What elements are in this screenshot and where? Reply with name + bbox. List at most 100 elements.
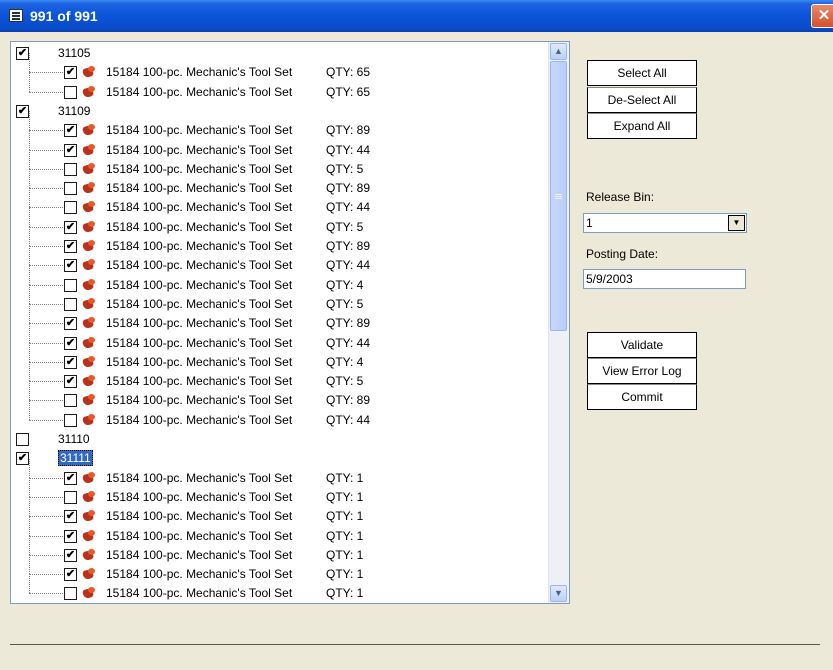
item-checkbox[interactable]	[64, 413, 77, 427]
item-checkbox[interactable]	[64, 278, 77, 292]
group-label[interactable]: 31110	[58, 432, 90, 446]
item-checkbox[interactable]	[64, 490, 77, 504]
item-checkbox[interactable]	[64, 259, 77, 273]
item-checkbox[interactable]	[64, 317, 77, 331]
tree-item-row[interactable]: 15184 100-pc. Mechanic's Tool Set QTY: 1	[11, 497, 549, 526]
item-checkbox[interactable]	[64, 355, 77, 369]
item-label[interactable]: 15184 100-pc. Mechanic's Tool Set	[106, 471, 292, 485]
posting-date-field[interactable]: 5/9/2003	[583, 269, 746, 289]
tree-item-row[interactable]: 15184 100-pc. Mechanic's Tool Set QTY: 1	[11, 458, 549, 488]
item-label[interactable]: 15184 100-pc. Mechanic's Tool Set	[106, 567, 292, 581]
tree-group-row[interactable]: 31110	[11, 430, 549, 449]
item-label[interactable]: 15184 100-pc. Mechanic's Tool Set	[106, 220, 292, 234]
item-label[interactable]: 15184 100-pc. Mechanic's Tool Set	[106, 316, 292, 330]
tree-item-row[interactable]: 15184 100-pc. Mechanic's Tool Set QTY: 4	[11, 265, 549, 295]
tree-item-row[interactable]: 15184 100-pc. Mechanic's Tool Set QTY: 5	[11, 207, 549, 237]
item-label[interactable]: 15184 100-pc. Mechanic's Tool Set	[106, 490, 292, 504]
group-label[interactable]: 31109	[58, 104, 90, 118]
vertical-scrollbar[interactable]: ▲ ▼	[548, 42, 569, 603]
view-error-log-button[interactable]: View Error Log	[587, 358, 697, 384]
item-checkbox[interactable]	[64, 375, 77, 389]
item-checkbox[interactable]	[64, 297, 77, 311]
tree-view[interactable]: 31105 15184 100-pc. Mechanic's Tool Set QT…	[10, 41, 570, 604]
item-checkbox[interactable]	[64, 220, 77, 234]
title-bar[interactable]: 991 of 991 ✕	[0, 0, 833, 32]
group-label[interactable]: 31111	[58, 450, 93, 467]
tree-group-row[interactable]: 31105	[11, 44, 549, 63]
item-checkbox[interactable]	[64, 201, 77, 215]
tree-item-row[interactable]: 15184 100-pc. Mechanic's Tool Set QTY: 89	[11, 304, 549, 333]
item-label[interactable]: 15184 100-pc. Mechanic's Tool Set	[106, 85, 292, 99]
tree-item-row[interactable]: 15184 100-pc. Mechanic's Tool SetQTY: 65	[11, 72, 549, 102]
item-label[interactable]: 15184 100-pc. Mechanic's Tool Set	[106, 529, 292, 543]
deselect-all-button[interactable]: De-Select All	[587, 87, 697, 113]
tree-item-row[interactable]: 15184 100-pc. Mechanic's Tool Set QTY: 1	[11, 555, 549, 584]
tree-group-row[interactable]: 31111	[11, 449, 549, 468]
item-checkbox[interactable]	[64, 182, 77, 196]
item-checkbox[interactable]	[64, 85, 77, 99]
commit-button[interactable]: Commit	[587, 384, 697, 410]
validate-button[interactable]: Validate	[587, 332, 697, 358]
group-checkbox[interactable]	[16, 104, 29, 118]
item-label[interactable]: 15184 100-pc. Mechanic's Tool Set	[106, 143, 292, 157]
group-checkbox[interactable]	[16, 452, 29, 466]
item-label[interactable]: 15184 100-pc. Mechanic's Tool Set	[106, 239, 292, 253]
item-label[interactable]: 15184 100-pc. Mechanic's Tool Set	[106, 258, 292, 272]
item-checkbox[interactable]	[64, 510, 77, 524]
tree-item-row[interactable]: 15184 100-pc. Mechanic's Tool Set QTY: 44	[11, 323, 549, 353]
item-label[interactable]: 15184 100-pc. Mechanic's Tool Set	[106, 374, 292, 388]
tree-item-row[interactable]: 15184 100-pc. Mechanic's Tool Set QTY: 89	[11, 169, 549, 198]
tree-item-row[interactable]: 15184 100-pc. Mechanic's Tool Set QTY: 89	[11, 227, 549, 256]
expand-all-button[interactable]: Expand All	[587, 113, 697, 139]
release-bin-select[interactable]: 1 ▼	[583, 213, 747, 233]
item-checkbox[interactable]	[64, 587, 77, 601]
item-checkbox[interactable]	[64, 143, 77, 157]
tree-item-row[interactable]: 15184 100-pc. Mechanic's Tool Set QTY: 1	[11, 477, 549, 507]
item-label[interactable]: 15184 100-pc. Mechanic's Tool Set	[106, 393, 292, 407]
group-checkbox[interactable]	[16, 433, 29, 446]
tree-item-row[interactable]: 15184 100-pc. Mechanic's Tool Set QTY: 89	[11, 381, 549, 410]
tree-item-row[interactable]: 15184 100-pc. Mechanic's Tool Set QTY: 5	[11, 149, 549, 179]
item-label[interactable]: 15184 100-pc. Mechanic's Tool Set	[106, 548, 292, 562]
tree-item-row[interactable]: 15184 100-pc. Mechanic's Tool SetQTY: 65	[11, 53, 549, 82]
tree-item-row[interactable]: 15184 100-pc. Mechanic's Tool Set QTY: 44	[11, 130, 549, 160]
tree-item-row[interactable]: 15184 100-pc. Mechanic's Tool Set QTY: 5	[11, 362, 549, 391]
tree-item-row[interactable]: 15184 100-pc. Mechanic's Tool Set QTY: 1	[11, 535, 549, 565]
item-checkbox[interactable]	[64, 162, 77, 176]
item-label[interactable]: 15184 100-pc. Mechanic's Tool Set	[106, 65, 292, 79]
tree-item-row[interactable]: 15184 100-pc. Mechanic's Tool Set QTY: 44	[11, 188, 549, 217]
item-label[interactable]: 15184 100-pc. Mechanic's Tool Set	[106, 278, 292, 292]
item-label[interactable]: 15184 100-pc. Mechanic's Tool Set	[106, 200, 292, 214]
tree-item-row[interactable]: 15184 100-pc. Mechanic's Tool Set QTY: 44	[11, 400, 549, 430]
item-label[interactable]: 15184 100-pc. Mechanic's Tool Set	[106, 162, 292, 176]
scroll-up-button[interactable]: ▲	[550, 43, 567, 60]
tree-item-row[interactable]: 15184 100-pc. Mechanic's Tool Set QTY: 1	[11, 516, 549, 546]
item-label[interactable]: 15184 100-pc. Mechanic's Tool Set	[106, 297, 292, 311]
group-checkbox[interactable]	[16, 47, 29, 60]
item-checkbox[interactable]	[64, 548, 77, 562]
window-menu-icon[interactable]	[9, 9, 23, 22]
item-label[interactable]: 15184 100-pc. Mechanic's Tool Set	[106, 413, 292, 427]
tree-item-row[interactable]: 15184 100-pc. Mechanic's Tool Set QTY: 1	[11, 574, 549, 603]
close-button[interactable]: ✕	[811, 4, 833, 28]
item-label[interactable]: 15184 100-pc. Mechanic's Tool Set	[106, 509, 292, 523]
group-label[interactable]: 31105	[58, 46, 90, 60]
item-checkbox[interactable]	[64, 568, 77, 582]
tree-item-row[interactable]: 15184 100-pc. Mechanic's Tool Set QTY: 89	[11, 111, 549, 140]
scroll-down-button[interactable]: ▼	[550, 585, 567, 602]
select-all-button[interactable]: Select All	[587, 60, 697, 86]
item-label[interactable]: 15184 100-pc. Mechanic's Tool Set	[106, 336, 292, 350]
item-label[interactable]: 15184 100-pc. Mechanic's Tool Set	[106, 123, 292, 137]
item-label[interactable]: 15184 100-pc. Mechanic's Tool Set	[106, 181, 292, 195]
item-checkbox[interactable]	[64, 336, 77, 350]
tree-item-row[interactable]: 15184 100-pc. Mechanic's Tool Set QTY: 4	[11, 342, 549, 372]
item-checkbox[interactable]	[64, 471, 77, 485]
item-label[interactable]: 15184 100-pc. Mechanic's Tool Set	[106, 355, 292, 369]
item-checkbox[interactable]	[64, 529, 77, 543]
scroll-thumb[interactable]	[550, 61, 567, 331]
dropdown-arrow-icon[interactable]: ▼	[728, 215, 745, 231]
tree-item-row[interactable]: 15184 100-pc. Mechanic's Tool Set QTY: 5	[11, 284, 549, 314]
item-checkbox[interactable]	[64, 66, 77, 80]
item-label[interactable]: 15184 100-pc. Mechanic's Tool Set	[106, 586, 292, 600]
tree-group-row[interactable]: 31109	[11, 102, 549, 121]
